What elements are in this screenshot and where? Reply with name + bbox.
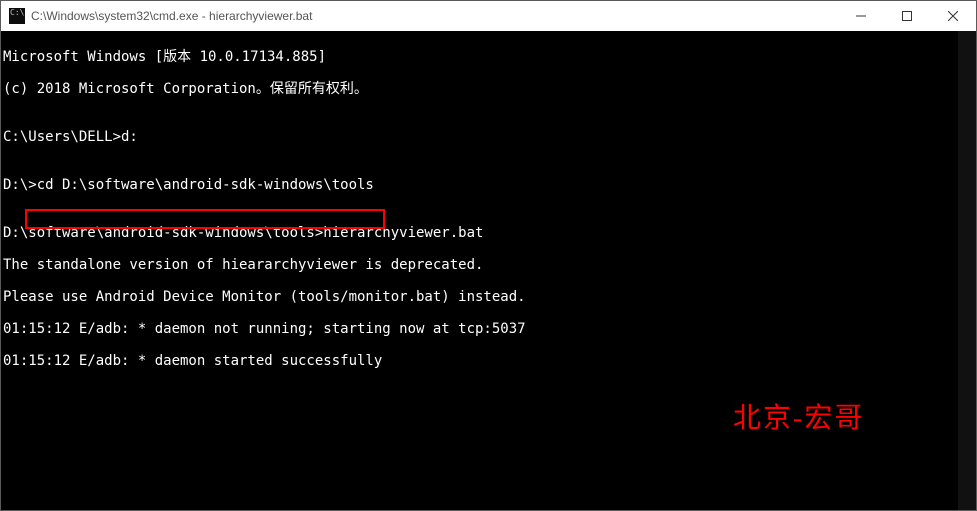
cmd-window: C:\Windows\system32\cmd.exe - hierarchyv… <box>0 0 977 511</box>
maximize-button[interactable] <box>884 1 930 31</box>
terminal-line: 01:15:12 E/adb: * daemon not running; st… <box>3 321 976 337</box>
close-button[interactable] <box>930 1 976 31</box>
terminal-scrollbar-gutter <box>958 31 976 510</box>
terminal-line: Microsoft Windows [版本 10.0.17134.885] <box>3 49 976 65</box>
terminal-line: D:\>cd D:\software\android-sdk-windows\t… <box>3 177 976 193</box>
terminal-line: (c) 2018 Microsoft Corporation。保留所有权利。 <box>3 81 976 97</box>
terminal-line: Please use Android Device Monitor (tools… <box>3 289 976 305</box>
terminal-line: 01:15:12 E/adb: * daemon started success… <box>3 353 976 369</box>
terminal-line: C:\Users\DELL>d: <box>3 129 976 145</box>
close-icon <box>948 11 958 21</box>
watermark-text: 北京-宏哥 <box>733 411 864 427</box>
window-controls <box>838 1 976 31</box>
cmd-icon <box>9 8 25 24</box>
window-title: C:\Windows\system32\cmd.exe - hierarchyv… <box>31 9 838 23</box>
terminal-line: D:\software\android-sdk-windows\tools>hi… <box>3 225 976 241</box>
minimize-button[interactable] <box>838 1 884 31</box>
terminal-output[interactable]: Microsoft Windows [版本 10.0.17134.885] (c… <box>1 31 976 510</box>
titlebar[interactable]: C:\Windows\system32\cmd.exe - hierarchyv… <box>1 1 976 31</box>
minimize-icon <box>856 11 866 21</box>
maximize-icon <box>902 11 912 21</box>
terminal-line: The standalone version of hieararchyview… <box>3 257 976 273</box>
